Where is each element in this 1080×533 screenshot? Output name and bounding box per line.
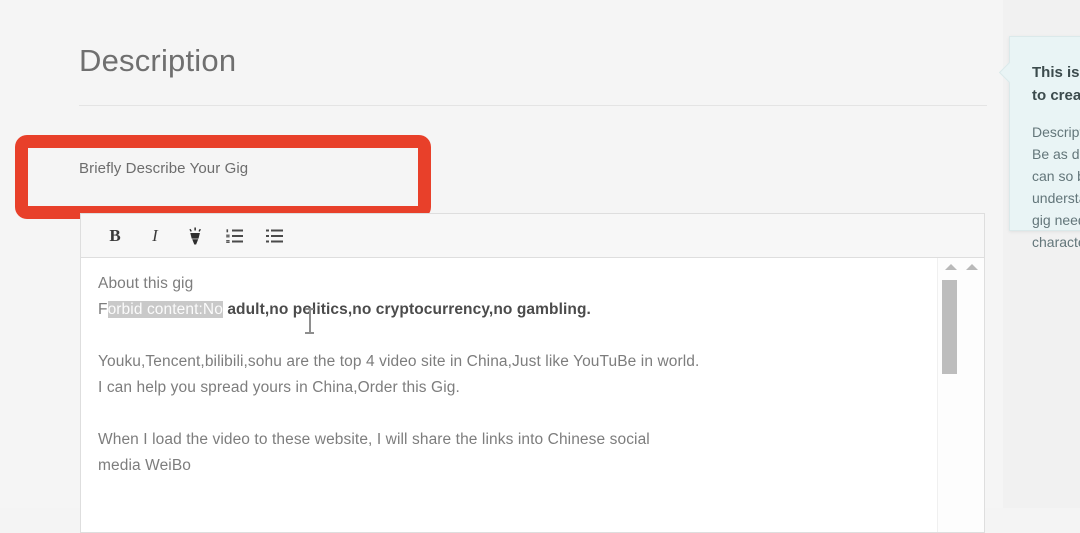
- doc-line-1: About this gig: [98, 275, 194, 292]
- scroll-up-icon[interactable]: [945, 264, 957, 270]
- selected-text[interactable]: orbid content:No: [107, 301, 223, 318]
- editor-text-area[interactable]: About this gig Forbid content:No adult,n…: [81, 258, 984, 532]
- doc-line-3: Youku,Tencent,bilibili,sohu are the top …: [98, 353, 700, 370]
- scrollbar-thumb[interactable]: [942, 280, 957, 374]
- editor-toolbar: B I: [81, 214, 984, 258]
- bold-icon[interactable]: B: [101, 222, 129, 250]
- doc-spacer-2: [98, 401, 936, 427]
- help-tooltip-title: This is your chance to create: [1032, 64, 1080, 104]
- unordered-list-icon[interactable]: [261, 222, 289, 250]
- page-root: Description Briefly Describe Your Gig B …: [0, 0, 1080, 533]
- scrollbar-arrows: [938, 258, 984, 276]
- ordered-list-icon[interactable]: [221, 222, 249, 250]
- doc-line-2-prefix: F: [98, 301, 108, 318]
- editor-scrollbar[interactable]: [937, 258, 984, 532]
- content-panel: Description Briefly Describe Your Gig B …: [0, 0, 1003, 533]
- doc-line-5: When I load the video to these website, …: [98, 431, 650, 448]
- help-tooltip: This is your chance to create Descriptio…: [998, 36, 1080, 250]
- title-divider: [79, 105, 987, 106]
- help-tooltip-body: Description of your gig. Be as descripti…: [1032, 124, 1080, 250]
- description-editor[interactable]: B I About this gig Forbid content:No adu…: [80, 213, 985, 533]
- highlighter-icon[interactable]: [181, 222, 209, 250]
- doc-line-6: media WeiBo: [98, 457, 191, 474]
- doc-spacer-1: [98, 323, 936, 349]
- doc-line-2-rest: adult,no politics,no cryptocurrency,no g…: [222, 301, 591, 318]
- gig-description-label: Briefly Describe Your Gig: [79, 160, 249, 177]
- italic-icon[interactable]: I: [141, 222, 169, 250]
- description-document[interactable]: About this gig Forbid content:No adult,n…: [98, 271, 936, 479]
- page-title: Description: [79, 43, 237, 78]
- doc-line-4: I can help you spread yours in China,Ord…: [98, 379, 460, 396]
- scroll-up-icon-secondary[interactable]: [966, 264, 978, 270]
- doc-line-2: Forbid content:No adult,no politics,no c…: [98, 297, 936, 323]
- red-highlight-annotation: [15, 135, 431, 219]
